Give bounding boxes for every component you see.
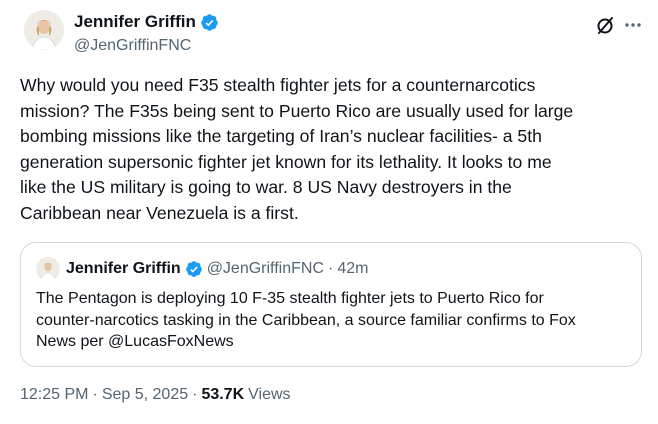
quoted-separator: ·	[328, 260, 334, 277]
verified-badge-icon	[185, 260, 203, 278]
author-avatar[interactable]	[24, 10, 64, 50]
verified-badge-icon[interactable]	[200, 13, 219, 32]
tweet-text: Why would you need F35 stealth fighter j…	[20, 75, 574, 223]
quoted-author-name: Jennifer Griffin	[66, 260, 181, 277]
meta-separator: ·	[92, 386, 98, 403]
quoted-tweet-header: Jennifer Griffin @JenGriffinFNC · 42m	[36, 257, 368, 281]
quoted-tweet-card[interactable]: Jennifer Griffin @JenGriffinFNC · 42m Th…	[20, 242, 642, 367]
views-count[interactable]: 53.7K	[201, 386, 244, 404]
author-name-block: Jennifer Griffin @JenGriffinFNC	[74, 11, 219, 55]
quoted-author-handle: @JenGriffinFNC	[206, 260, 324, 277]
quoted-author-avatar	[36, 257, 60, 281]
author-handle[interactable]: @JenGriffinFNC	[74, 37, 219, 55]
author-name-row: Jennifer Griffin	[74, 11, 219, 33]
tweet-date[interactable]: Sep 5, 2025	[102, 386, 188, 404]
views-label: Views	[248, 386, 291, 403]
tweet-header: Jennifer Griffin @JenGriffinFNC	[24, 10, 644, 58]
meta-separator-2: ·	[192, 386, 198, 403]
tweet-meta: 12:25 PM · Sep 5, 2025 · 53.7K Views	[20, 386, 291, 404]
more-horizontal-icon[interactable]	[622, 14, 644, 36]
quoted-tweet-text: The Pentagon is deploying 10 F-35 stealt…	[36, 290, 576, 350]
author-display-name[interactable]: Jennifer Griffin	[74, 12, 196, 32]
tweet-time[interactable]: 12:25 PM	[20, 386, 88, 404]
quoted-timestamp: 42m	[337, 260, 369, 277]
tweet[interactable]: Jennifer Griffin @JenGriffinFNC Why woul…	[0, 0, 658, 424]
grok-slash-circle-icon[interactable]	[594, 14, 616, 36]
